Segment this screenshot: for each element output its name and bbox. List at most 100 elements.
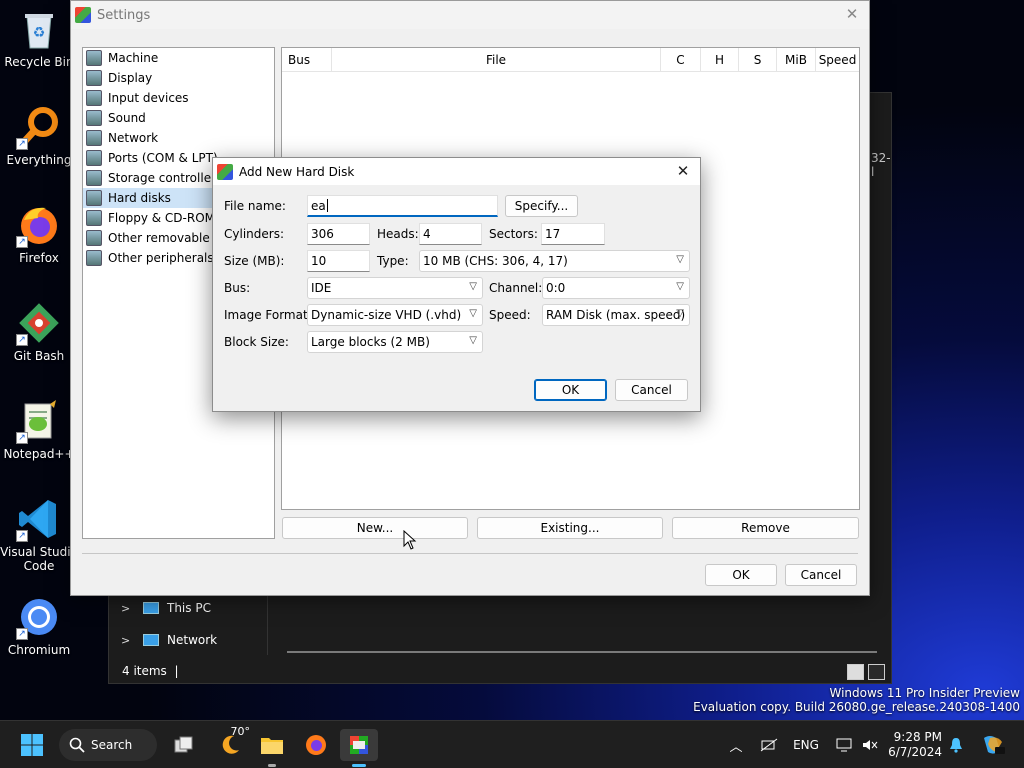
close-icon[interactable]: ✕ (674, 162, 692, 180)
taskbar-file-explorer[interactable] (256, 729, 288, 767)
speed-select[interactable]: RAM Disk (max. speed) ▽ (542, 304, 690, 326)
speaker-muted-icon (863, 740, 878, 750)
notifications-button[interactable] (946, 729, 966, 761)
shortcut-arrow-icon: ↗ (16, 138, 28, 150)
file-name-input[interactable]: ea (307, 195, 498, 217)
settings-titlebar[interactable]: Settings (71, 1, 869, 29)
block-size-select-value: Large blocks (2 MB) (311, 335, 430, 349)
channel-select[interactable]: 0:0 ▽ (542, 277, 690, 299)
desktop-icon-git-bash[interactable]: ↗ Git Bash (0, 300, 78, 363)
column-header-bus[interactable]: Bus (282, 48, 332, 71)
image-format-label: Image Format: (224, 308, 312, 322)
desktop-icon-label: Git Bash (13, 349, 65, 363)
type-label: Type: (377, 254, 409, 268)
chevron-right-icon[interactable]: > (121, 602, 135, 615)
tree-item-input-devices[interactable]: Input devices (83, 88, 274, 108)
network-disconnected-icon (760, 738, 778, 752)
existing-disk-button[interactable]: Existing... (477, 517, 663, 539)
explorer-nav-label: Network (167, 633, 218, 647)
tree-item-network[interactable]: Network (83, 128, 274, 148)
desktop-icon-notepadpp[interactable]: ↗ Notepad++ (0, 398, 78, 461)
task-view-button[interactable] (168, 729, 200, 761)
dialog-ok-button[interactable]: OK (534, 379, 607, 401)
copilot-button[interactable] (976, 729, 1010, 761)
size-input[interactable]: 10 (307, 250, 370, 272)
heads-input[interactable]: 4 (419, 223, 482, 245)
tree-item-label: Storage controllers (108, 171, 223, 185)
column-header-mib[interactable]: MiB (777, 48, 816, 71)
text-caret (326, 199, 328, 212)
explorer-nav-label: This PC (167, 601, 211, 615)
notepadpp-icon: ↗ (16, 398, 62, 444)
explorer-nav-this-pc[interactable]: > This PC (121, 601, 211, 615)
firefox-icon (306, 735, 326, 755)
speed-label: Speed: (489, 308, 531, 322)
tree-item-display[interactable]: Display (83, 68, 274, 88)
divider (82, 553, 858, 554)
hard-disk-icon (86, 190, 102, 206)
chevron-up-icon: ︿ (729, 739, 743, 755)
column-header-file[interactable]: File (332, 48, 661, 71)
86box-app-icon (75, 7, 91, 23)
taskbar-firefox[interactable] (300, 729, 332, 761)
floppy-icon (86, 210, 102, 226)
active-indicator (352, 764, 366, 767)
type-select[interactable]: 10 MB (CHS: 306, 4, 17) ▽ (419, 250, 690, 272)
cylinders-input[interactable]: 306 (307, 223, 370, 245)
86box-app-icon (217, 163, 233, 180)
clock-time: 9:28 PM (893, 730, 942, 744)
column-header-c[interactable]: C (661, 48, 701, 71)
desktop-icon-everything[interactable]: ↗ Everything (0, 104, 78, 167)
horizontal-scrollbar[interactable] (287, 651, 877, 653)
taskbar-search[interactable]: Search (59, 729, 157, 761)
desktop-icon-firefox[interactable]: ↗ Firefox (0, 202, 78, 265)
settings-cancel-button[interactable]: Cancel (785, 564, 857, 586)
machine-icon (86, 50, 102, 66)
desktop-icon-vscode[interactable]: ↗ Visual Studio Code (0, 496, 78, 573)
86box-app-icon (350, 736, 368, 754)
column-header-h[interactable]: H (701, 48, 739, 71)
desktop-icon-label: Recycle Bin (4, 55, 74, 69)
tree-item-machine[interactable]: Machine (83, 48, 274, 68)
volume-muted-icon[interactable] (858, 729, 882, 761)
chromium-icon: ↗ (16, 594, 62, 640)
tree-item-label: Machine (108, 51, 159, 65)
start-button[interactable] (16, 729, 48, 761)
desktop-icon-label: Notepad++ (3, 447, 75, 461)
show-hidden-icons-button[interactable]: ︿ (726, 729, 746, 761)
sectors-label: Sectors: (489, 227, 538, 241)
tiles-view-icon[interactable] (868, 664, 885, 680)
specify-button[interactable]: Specify... (505, 195, 578, 217)
input-language-indicator[interactable]: ENG (790, 729, 822, 761)
block-size-select[interactable]: Large blocks (2 MB) ▽ (307, 331, 483, 353)
tree-item-label: Floppy & CD-ROM d (108, 211, 227, 225)
new-disk-button[interactable]: New... (282, 517, 468, 539)
dialog-titlebar[interactable]: Add New Hard Disk (213, 158, 700, 185)
folder-icon (261, 738, 283, 754)
settings-ok-button[interactable]: OK (705, 564, 777, 586)
desktop-icon-recycle-bin[interactable]: ♻ Recycle Bin (0, 6, 78, 69)
bus-select[interactable]: IDE ▽ (307, 277, 483, 299)
sectors-input[interactable]: 17 (541, 223, 605, 245)
column-header-s[interactable]: S (739, 48, 777, 71)
remove-disk-button[interactable]: Remove (672, 517, 859, 539)
chevron-down-icon: ▽ (469, 335, 477, 346)
details-view-icon[interactable] (847, 664, 864, 680)
column-header-speed[interactable]: Speed (816, 48, 859, 71)
taskbar-86box[interactable] (340, 729, 378, 767)
dialog-cancel-button[interactable]: Cancel (615, 379, 688, 401)
explorer-nav-network[interactable]: > Network (121, 633, 217, 647)
close-icon[interactable]: ✕ (843, 5, 861, 23)
system-tray-icon-1[interactable] (832, 729, 856, 761)
weather-widget[interactable]: 70° (212, 725, 250, 761)
tree-item-sound[interactable]: Sound (83, 108, 274, 128)
network-status-icon[interactable] (757, 729, 781, 761)
desktop-icon-chromium[interactable]: ↗ Chromium (0, 594, 78, 657)
chevron-right-icon[interactable]: > (121, 634, 135, 647)
file-name-label: File name: (224, 199, 286, 213)
image-format-select[interactable]: Dynamic-size VHD (.vhd) ▽ (307, 304, 483, 326)
taskbar-clock[interactable]: 9:28 PM 6/7/2024 (886, 730, 942, 760)
block-size-label: Block Size: (224, 335, 289, 349)
search-icon (69, 737, 85, 753)
list-header: Bus File C H S MiB Speed (282, 48, 859, 72)
